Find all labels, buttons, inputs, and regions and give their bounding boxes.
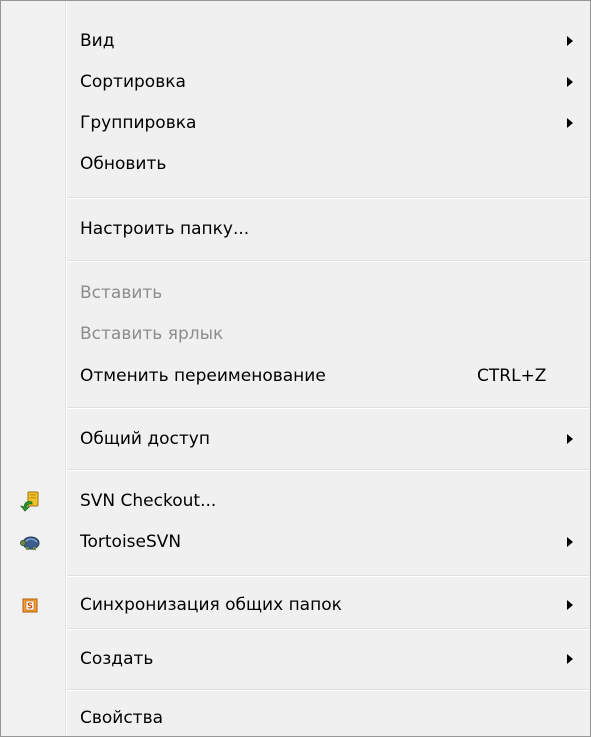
menu-item-sharing[interactable]: Общий доступ (1, 419, 590, 459)
menu-item-label: Группировка (80, 113, 197, 133)
menu-item-label: Сортировка (80, 72, 186, 92)
submenu-arrow-icon (567, 36, 573, 46)
menu-item-svn-checkout[interactable]: SVN Checkout... (1, 481, 590, 521)
submenu-arrow-icon (567, 654, 573, 664)
menu-item-view[interactable]: Вид (1, 21, 590, 61)
menu-item-label: Свойства (80, 708, 164, 728)
menu-item-label: Вставить (80, 283, 163, 303)
menu-item-group[interactable]: Группировка (1, 103, 590, 143)
menu-separator (67, 689, 589, 691)
menu-separator (67, 469, 589, 471)
menu-item-label: Настроить папку... (80, 219, 250, 239)
menu-item-label: Общий доступ (80, 429, 210, 449)
menu-item-properties[interactable]: Свойства (1, 698, 590, 736)
menu-item-create[interactable]: Создать (1, 639, 590, 679)
menu-item-paste-shortcut: Вставить ярлык (1, 314, 590, 354)
svg-text:S: S (27, 602, 33, 611)
tortoisesvn-icon (19, 531, 41, 553)
context-menu: Вид Сортировка Группировка Обновить Наст… (0, 0, 591, 737)
svn-checkout-icon (19, 490, 41, 512)
menu-separator (67, 575, 589, 577)
menu-item-refresh[interactable]: Обновить (1, 144, 590, 184)
menu-item-label: TortoiseSVN (80, 532, 182, 552)
menu-item-label: Обновить (80, 154, 167, 174)
menu-item-tortoisesvn[interactable]: TortoiseSVN (1, 522, 590, 562)
menu-item-label: Вставить ярлык (80, 324, 224, 344)
menu-separator (67, 260, 589, 262)
menu-item-undo-rename[interactable]: Отменить переименование CTRL+Z (1, 356, 590, 396)
menu-separator (67, 407, 589, 409)
menu-separator (67, 628, 589, 630)
menu-item-customize-folder[interactable]: Настроить папку... (1, 209, 590, 249)
menu-item-label: Отменить переименование (80, 366, 326, 386)
menu-item-sync-shared-folders[interactable]: S Синхронизация общих папок (1, 585, 590, 625)
submenu-arrow-icon (567, 77, 573, 87)
submenu-arrow-icon (567, 600, 573, 610)
submenu-arrow-icon (567, 537, 573, 547)
menu-item-label: SVN Checkout... (80, 491, 217, 511)
menu-item-paste: Вставить (1, 273, 590, 313)
menu-item-sort[interactable]: Сортировка (1, 62, 590, 102)
shortcut-label: CTRL+Z (477, 366, 547, 386)
menu-item-label: Вид (80, 31, 115, 51)
menu-separator (67, 197, 589, 199)
sharepoint-sync-icon: S (19, 594, 41, 616)
menu-item-label: Создать (80, 649, 154, 669)
menu-item-label: Синхронизация общих папок (80, 595, 342, 615)
submenu-arrow-icon (567, 118, 573, 128)
submenu-arrow-icon (567, 434, 573, 444)
